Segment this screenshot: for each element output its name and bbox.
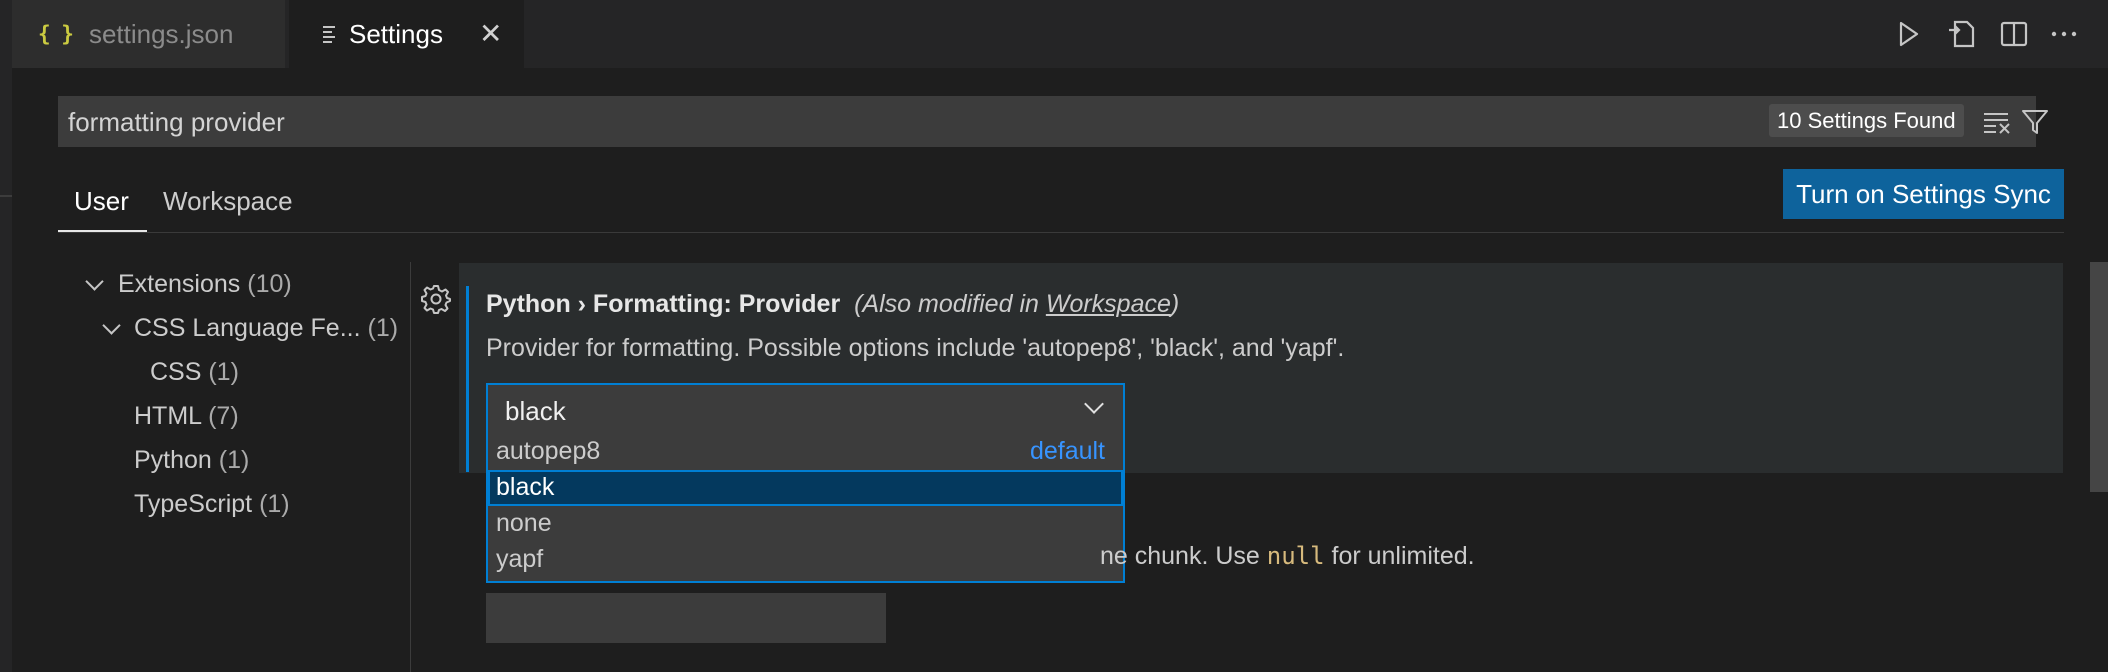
open-settings-json-icon[interactable] bbox=[1945, 18, 1977, 50]
modified-indicator bbox=[466, 286, 469, 472]
desc-text: ne chunk. Use bbox=[1100, 542, 1267, 570]
toc-item-html[interactable]: HTML (7) bbox=[134, 402, 239, 431]
filter-icon[interactable] bbox=[2020, 107, 2050, 137]
toc-item-css[interactable]: CSS (1) bbox=[150, 358, 239, 387]
toc-label: CSS Language Fe... bbox=[134, 314, 361, 342]
settings-sync-button[interactable]: Turn on Settings Sync bbox=[1783, 169, 2064, 219]
toc-count: (7) bbox=[208, 402, 239, 430]
toc-item-python[interactable]: Python (1) bbox=[134, 446, 249, 475]
chevron-down-icon[interactable] bbox=[85, 272, 104, 291]
setting-title: Python › Formatting: Provider (Also modi… bbox=[486, 290, 1179, 319]
setting-name: Provider bbox=[738, 290, 841, 318]
option-autopep8[interactable]: autopep8 default bbox=[488, 434, 1123, 470]
toc-label: Python bbox=[134, 446, 212, 474]
results-count-badge: 10 Settings Found bbox=[1769, 104, 1964, 137]
run-icon[interactable] bbox=[1892, 18, 1924, 50]
more-actions-icon[interactable] bbox=[2048, 18, 2080, 50]
toc-item-extensions[interactable]: Extensions (10) bbox=[118, 270, 292, 299]
toc-divider bbox=[410, 262, 411, 672]
close-icon[interactable]: ✕ bbox=[479, 20, 502, 48]
option-black[interactable]: black bbox=[488, 470, 1123, 506]
setting-number-input[interactable] bbox=[486, 593, 886, 643]
activity-edge bbox=[0, 0, 12, 672]
select-value: black bbox=[505, 396, 566, 426]
divider bbox=[58, 232, 2064, 233]
default-badge: default bbox=[1029, 437, 1105, 465]
provider-select[interactable]: black bbox=[486, 383, 1125, 436]
tab-label: Settings bbox=[349, 18, 443, 49]
toc-label: TypeScript bbox=[134, 490, 253, 518]
tab-label: settings.json bbox=[88, 18, 234, 49]
option-label: black bbox=[496, 473, 555, 501]
setting-description: Provider for formatting. Possible option… bbox=[486, 334, 1345, 362]
gear-icon[interactable] bbox=[420, 283, 452, 315]
toc-count: (1) bbox=[367, 314, 399, 342]
toc-item-typescript[interactable]: TypeScript (1) bbox=[134, 490, 290, 519]
tab-settings[interactable]: Settings ✕ bbox=[289, 0, 524, 68]
toc-count: (10) bbox=[247, 270, 292, 298]
toc-label: HTML bbox=[134, 402, 202, 430]
modified-suffix: ) bbox=[1170, 290, 1180, 318]
toc-count: (1) bbox=[208, 358, 239, 386]
setting-category: Python › Formatting: bbox=[486, 290, 739, 318]
settings-search-input[interactable]: formatting provider 10 Settings Found bbox=[58, 96, 2048, 147]
split-editor-icon[interactable] bbox=[1998, 18, 2030, 50]
option-label: autopep8 bbox=[496, 437, 601, 465]
json-file-icon: { } bbox=[38, 22, 74, 46]
tab-settings-json[interactable]: { } settings.json bbox=[12, 0, 285, 68]
toc-count: (1) bbox=[259, 490, 290, 518]
option-label: none bbox=[496, 509, 552, 537]
chevron-down-icon bbox=[1084, 394, 1104, 414]
setting-description: ne chunk. Use null for unlimited. bbox=[1100, 542, 1475, 571]
workspace-link[interactable]: Workspace bbox=[1046, 290, 1171, 318]
toc-label: CSS bbox=[150, 358, 202, 386]
toc-label: Extensions bbox=[118, 270, 241, 298]
option-label: yapf bbox=[496, 545, 544, 573]
provider-dropdown-list: autopep8 default black none yapf bbox=[486, 434, 1125, 583]
tab-user[interactable]: User bbox=[74, 186, 129, 217]
search-value: formatting provider bbox=[68, 107, 285, 137]
desc-text: for unlimited. bbox=[1324, 542, 1475, 570]
settings-editor-icon bbox=[323, 25, 335, 43]
toc-count: (1) bbox=[218, 446, 250, 474]
option-yapf[interactable]: yapf bbox=[488, 542, 1123, 578]
tab-workspace[interactable]: Workspace bbox=[163, 186, 293, 217]
modified-prefix: (Also modified in bbox=[854, 290, 1046, 318]
chevron-down-icon[interactable] bbox=[102, 316, 121, 335]
scrollbar-thumb[interactable] bbox=[2090, 262, 2108, 492]
toc-item-css-language-features[interactable]: CSS Language Fe... (1) bbox=[134, 314, 398, 343]
clear-search-icon[interactable] bbox=[1982, 108, 2012, 136]
option-none[interactable]: none bbox=[488, 506, 1123, 542]
modified-note: (Also modified in Workspace) bbox=[854, 290, 1179, 318]
inline-code: null bbox=[1266, 542, 1325, 570]
